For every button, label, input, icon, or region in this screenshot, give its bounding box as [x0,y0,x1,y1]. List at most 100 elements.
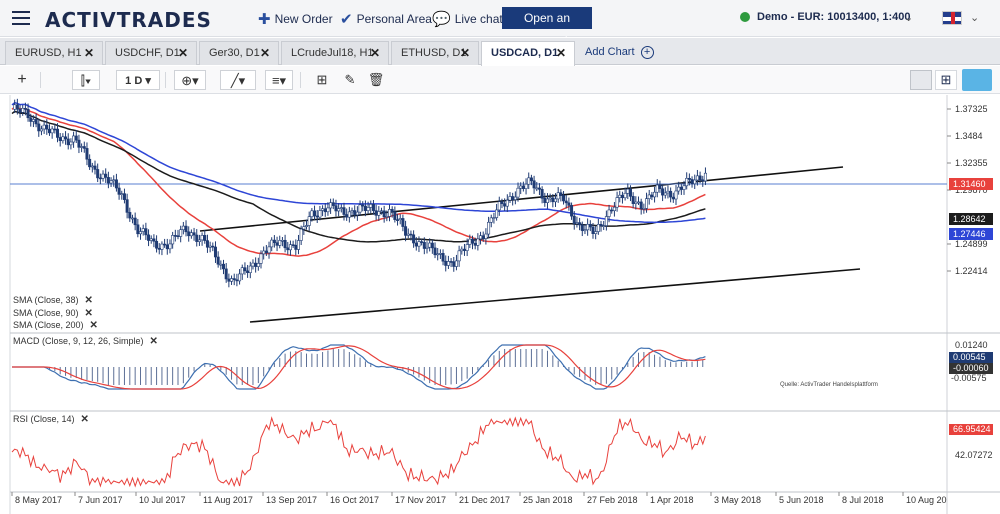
candle-body [580,224,584,231]
candle-body [173,235,177,237]
legend-sma200[interactable]: SMA (Close, 200) ✕ [13,320,98,331]
live-chat-button[interactable]: 💬 Live chat [432,8,503,30]
tab-usdchf[interactable]: USDCHF, D1 ✕ [105,41,197,65]
uk-flag-icon[interactable] [942,11,962,25]
candle-body [663,192,667,196]
candle-body [72,135,76,143]
new-order-button[interactable]: ✚ New Order [258,8,333,30]
candle-body [495,209,499,218]
candle-body [543,197,547,203]
close-icon[interactable]: ✕ [81,414,89,425]
candle-body [586,223,590,231]
account-selector[interactable]: Demo - EUR: 10013400, 1:400 [740,11,910,23]
candle-body [88,158,92,168]
candle-body [192,232,196,236]
rsi-tag-label: 66.95424 [953,424,991,434]
legend-sma38[interactable]: SMA (Close, 38) ✕ [13,295,93,306]
candle-body [272,239,276,243]
candle-body [500,201,504,204]
add-chart-button[interactable]: Add Chart + [585,46,654,59]
candle-body [216,256,220,265]
candle-body [56,128,60,138]
candle-body [296,240,300,250]
candle-body [37,123,41,132]
close-icon[interactable]: ✕ [85,308,93,319]
tab-label: USDCHF, D1 [115,47,180,59]
candle-body [409,233,413,236]
price-chart[interactable]: 1.373251.34841.323551.298701.248991.2241… [0,95,1000,514]
close-icon[interactable]: ✕ [260,42,270,64]
close-icon[interactable]: ✕ [460,42,470,64]
candle-body [248,265,252,273]
legend-rsi[interactable]: RSI (Close, 14) ✕ [13,414,89,425]
tab-usdcad[interactable]: USDCAD, D1 ✕ [481,41,575,66]
draw-line-icon[interactable]: ╱▾ [220,70,256,90]
candle-body [342,207,346,215]
date-tick-label: 13 Sep 2017 [266,495,317,505]
close-icon[interactable]: ✕ [90,320,98,331]
grid-settings-icon[interactable]: ⊞ [312,70,332,90]
close-icon[interactable]: ✕ [85,295,93,306]
chat-icon: 💬 [432,11,451,28]
candle-body [650,194,654,198]
draw-settings-icon[interactable]: ≡▾ [265,70,293,90]
date-tick-label: 21 Dec 2017 [459,495,510,505]
candle-body [655,184,659,193]
candle-body [382,210,386,218]
tab-label: Ger30, D1 [209,47,260,59]
legend-macd[interactable]: MACD (Close, 9, 12, 26, Simple) ✕ [13,336,158,347]
chevron-down-icon[interactable]: ⌄ [904,11,913,24]
candle-body [465,244,469,251]
close-icon[interactable]: ✕ [150,336,158,347]
chevron-down-icon[interactable]: ⌄ [970,11,979,24]
candle-body [337,208,341,212]
candle-body [567,202,571,206]
trash-icon[interactable]: 🗑 [366,70,386,90]
candle-body [417,241,421,247]
cloud-sync-icon[interactable] [962,69,992,91]
add-indicator-icon[interactable]: ⊕▾ [174,70,206,90]
macd-tag-label: -0.00060 [953,363,989,373]
candle-body [669,190,673,198]
candle-body [128,212,132,219]
close-icon[interactable]: ✕ [556,42,566,64]
candle-body [280,239,284,242]
candle-body [412,234,416,244]
date-tick-label: 8 May 2017 [15,495,62,505]
tab-lcrude[interactable]: LCrudeJul18, H1 ✕ [281,41,389,65]
crosshair-icon[interactable]: + [12,70,32,90]
close-icon[interactable]: ✕ [178,42,188,64]
macd-tick-label: -0.00575 [951,373,987,383]
menu-icon[interactable] [12,11,30,25]
price-tick-label: 1.37325 [955,104,988,114]
candle-body [637,201,641,204]
candle-body [251,262,255,267]
candle-body [267,246,271,254]
candle-type-icon[interactable]: ⫿▾ [72,70,100,90]
candle-body [436,253,440,256]
candle-body [623,192,627,199]
tab-ger30[interactable]: Ger30, D1 ✕ [199,41,279,65]
tab-ethusd[interactable]: ETHUSD, D1 ✕ [391,41,479,65]
candle-body [404,226,408,236]
tab-eurusd[interactable]: EURUSD, H1 ✕ [5,41,103,65]
close-icon[interactable]: ✕ [84,42,94,64]
legend-sma90[interactable]: SMA (Close, 90) ✕ [13,308,93,319]
edit-icon[interactable]: ✎ [340,70,360,90]
logo[interactable]: ACTIVTRADES [45,8,212,32]
date-tick-label: 5 Jun 2018 [779,495,824,505]
tab-label: USDCAD, D1 [491,47,559,59]
grid-layout-icon[interactable]: ⊞ [935,70,957,90]
candle-body [634,201,638,204]
candle-body [339,207,343,209]
personal-area-button[interactable]: ✔ Personal Area [340,8,432,30]
candle-body [120,193,124,195]
plus-circle-icon: + [640,46,654,59]
single-layout-icon[interactable] [910,70,932,90]
candle-body [428,242,432,248]
close-icon[interactable]: ✕ [370,42,380,64]
candle-body [195,234,199,242]
period-selector[interactable]: 1 D ▾ [116,70,160,90]
open-account-button[interactable]: Open an account [502,7,592,47]
candle-body [355,211,359,216]
